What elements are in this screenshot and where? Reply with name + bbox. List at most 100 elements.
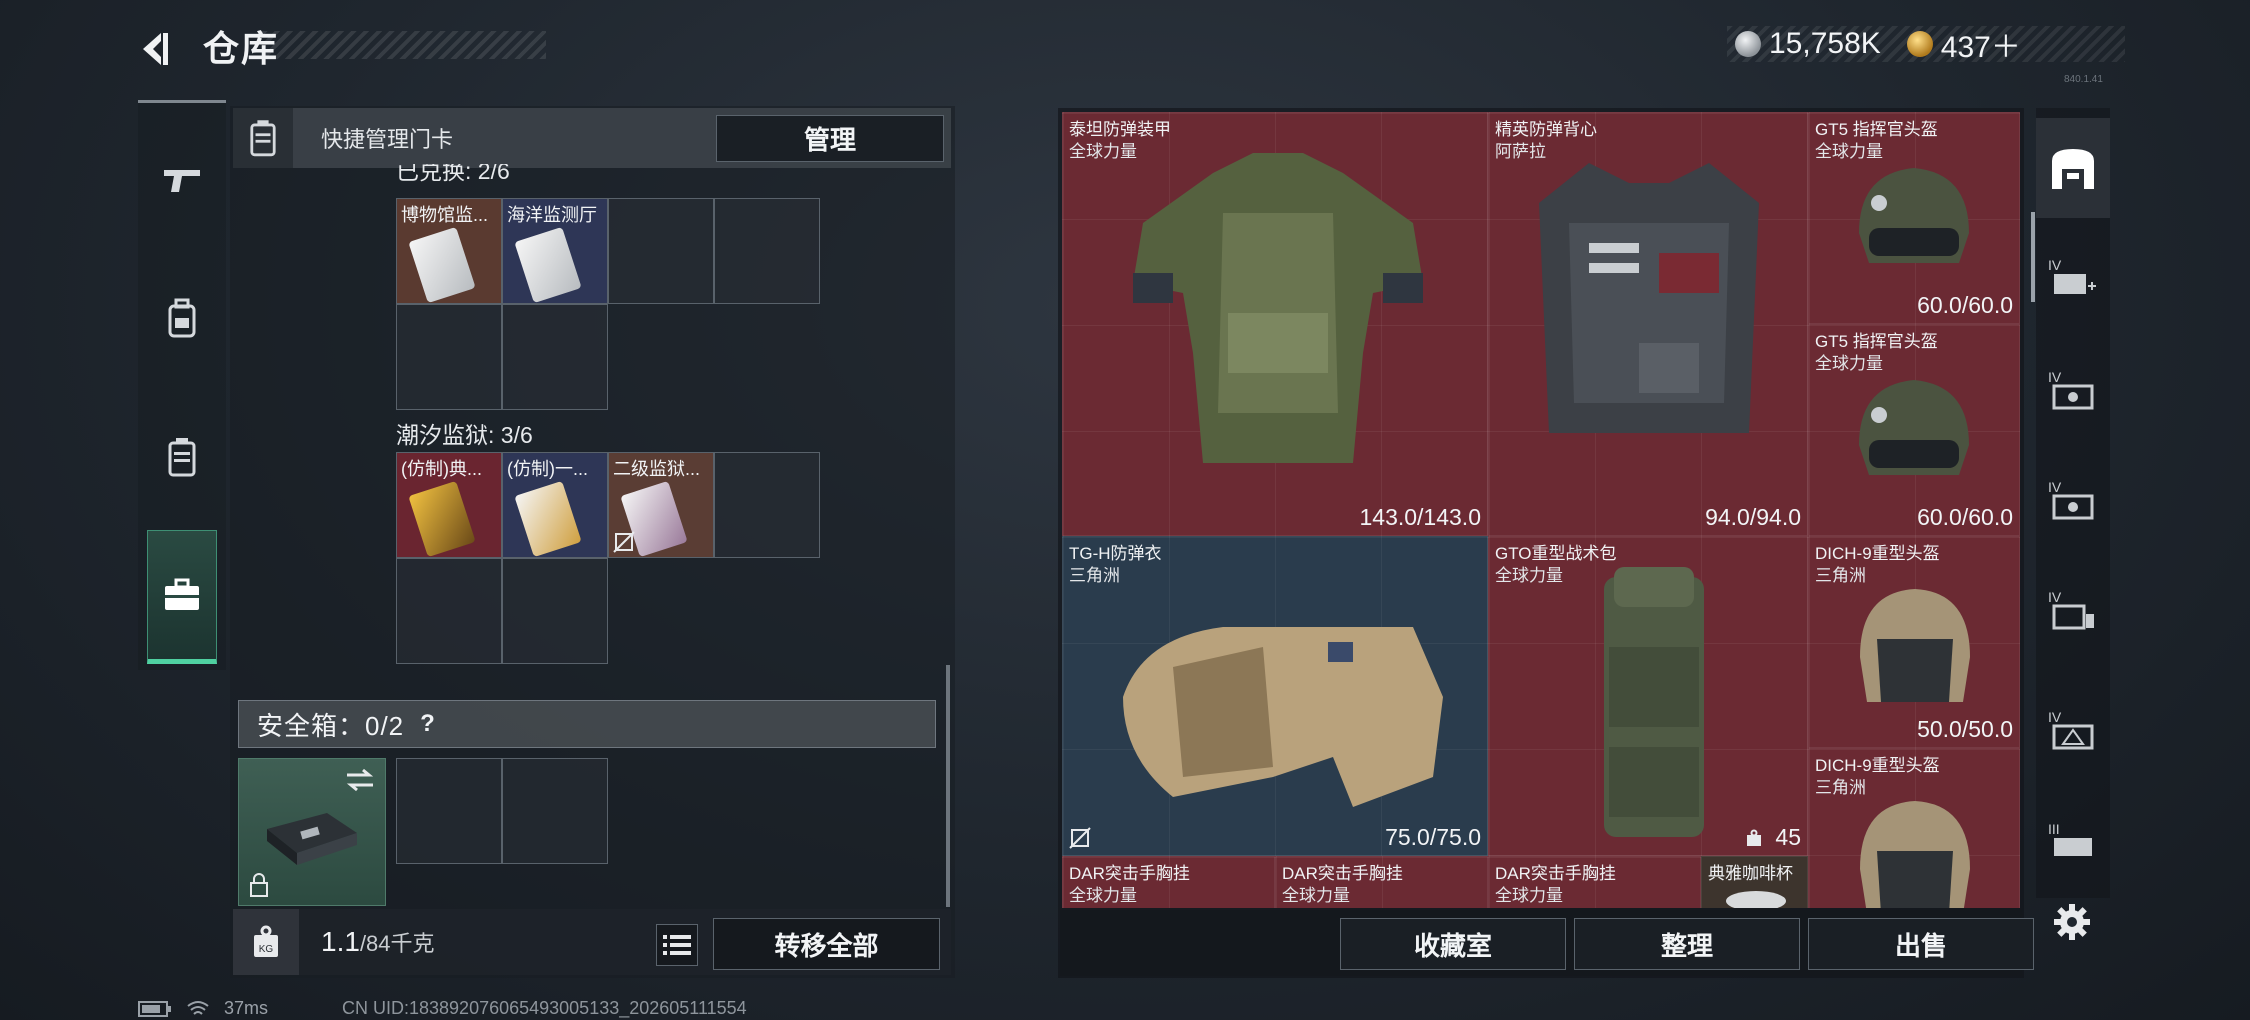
settings-button[interactable] [2048,898,2096,946]
item-titan-armor[interactable]: 泰坦防弹装甲 全球力量 143.0/143.0 [1062,112,1488,536]
page-title: 仓库 [203,28,280,69]
ping-label: 37ms [224,998,269,1018]
item-dar-chest-rig[interactable]: DAR突击手胸挂 全球力量 [1275,856,1488,908]
gold-coin-icon [1906,31,1933,57]
back-button[interactable] [132,26,178,72]
category-iv-5[interactable]: IV [2036,680,2110,780]
item-gt5-helmet[interactable]: GT5 指挥官头盔 全球力量 60.0/60.0 [1808,112,2020,324]
category-iv-1[interactable]: IV [2036,228,2110,328]
list-view-button[interactable] [656,924,698,966]
keycard-label: (仿制)一... [507,459,588,479]
sell-button[interactable]: 出售 [1808,918,2034,970]
left-scrollbar[interactable] [946,665,950,907]
safe-case-item[interactable] [238,758,386,906]
helmet-image [1860,801,1970,908]
category-all[interactable] [2036,118,2110,218]
sort-button[interactable]: 整理 [1574,918,1800,970]
category-iii[interactable]: III [2036,792,2110,892]
slot[interactable] [396,304,502,410]
slot[interactable] [714,452,820,558]
safe-case-image [267,813,357,865]
keycard-replica-1[interactable]: (仿制)典... [397,453,501,557]
item-dich9-helmet[interactable]: DICH-9重型头盔 三角洲 [1808,748,2020,908]
status-bar: 37ms [138,998,268,1019]
category-iv-4[interactable]: IV [2036,560,2110,660]
group1-label: 已兑换: 2/6 [396,164,510,184]
keycard-prison-lv2[interactable]: 二级监狱... [609,453,713,557]
item-tgh-armor[interactable]: TG-H防弹衣 三角洲 75.0/75.0 [1062,536,1488,856]
keycard-bag-header-icon [233,108,293,168]
backpack-icon [168,298,196,338]
nav-keycards[interactable] [138,407,226,507]
silver-amount: 15,758K [1769,27,1881,60]
keycard-image [408,226,476,303]
keycard-museum[interactable]: 博物馆监... [397,199,501,303]
pistol-icon [164,170,200,192]
nav-backpack[interactable] [138,268,226,368]
gear-box-icon: IV [2048,257,2096,294]
slot[interactable] [502,304,608,410]
helmet-image [1859,168,1969,263]
keycard-image [514,480,582,557]
lock-icon [250,873,268,897]
list-icon [663,935,691,955]
transfer-all-button[interactable]: 转移全部 [713,918,940,970]
gold-amount[interactable]: 437＋ [1941,22,2021,66]
safe-box-label: 安全箱：0/2 [257,710,405,741]
category-scrollbar[interactable] [2031,212,2035,302]
item-name: 典雅咖啡杯 [1708,864,1793,883]
item-durability: 94.0/94.0 [1705,504,1801,530]
helmet-image [1859,380,1969,475]
slot[interactable] [396,558,502,664]
swap-icon [346,768,374,792]
item-coffee-cup[interactable]: 典雅咖啡杯 [1701,856,1808,908]
nav-weapons[interactable] [138,130,226,230]
nav-equipment[interactable] [147,530,217,664]
safe-slot[interactable] [396,758,502,864]
cup-image [1726,891,1786,908]
gear-box-icon: IV [2048,709,2094,750]
weight-small-icon [1747,829,1761,846]
battery-icon [138,1000,171,1017]
version-label: 840.1.41 [2064,74,2103,85]
keycard-image [514,226,582,303]
item-source: 全球力量 [1495,886,1563,905]
safe-slot[interactable] [502,758,608,864]
keycard-replica-2[interactable]: (仿制)一... [503,453,607,557]
item-gt5-helmet[interactable]: GT5 指挥官头盔 全球力量 60.0/60.0 [1808,324,2020,536]
gear-box-icon: IV [2048,369,2094,410]
svg-text:IV: IV [2048,479,2062,495]
svg-text:KG: KG [259,944,274,955]
gear-box-icon: IV [2048,589,2094,630]
quick-manage-label: 快捷管理门卡 [321,127,454,152]
item-elite-vest[interactable]: 精英防弹背心 阿萨拉 94.0/94.0 [1488,112,1808,536]
item-durability: 60.0/60.0 [1917,292,2013,318]
item-source: 全球力量 [1495,566,1563,585]
manage-button[interactable]: 管理 [716,115,944,162]
item-dar-chest-rig[interactable]: DAR突击手胸挂 全球力量 [1062,856,1275,908]
help-icon[interactable]: ? [420,710,435,738]
svg-text:IV: IV [2048,369,2062,385]
item-durability: 75.0/75.0 [1385,824,1481,850]
item-dar-chest-rig[interactable]: DAR突击手胸挂 全球力量 [1488,856,1701,908]
gear-box-icon: IV [2048,479,2094,520]
collection-room-button[interactable]: 收藏室 [1340,918,1566,970]
back-arrow-icon [143,33,168,65]
item-dich9-helmet[interactable]: DICH-9重型头盔 三角洲 50.0/50.0 [1808,536,2020,748]
weight-max: /84千克 [359,931,435,956]
briefcase-icon [165,578,199,610]
keycard-bag-icon [168,438,196,477]
slot[interactable] [502,558,608,664]
category-iv-3[interactable]: IV [2036,450,2110,550]
slot[interactable] [608,198,714,304]
item-source: 全球力量 [1282,886,1350,905]
category-iv-2[interactable]: IV [2036,340,2110,440]
wifi-icon [187,1000,209,1015]
item-gto-backpack[interactable]: GTO重型战术包 全球力量 45 [1488,536,1808,856]
no-trade-icon [1069,827,1091,849]
no-trade-icon [613,531,635,553]
keycard-ocean[interactable]: 海洋监测厅 [503,199,607,303]
svg-text:IV: IV [2048,589,2062,605]
slot[interactable] [714,198,820,304]
safe-box-bar: 安全箱：0/2 ? [238,700,936,748]
